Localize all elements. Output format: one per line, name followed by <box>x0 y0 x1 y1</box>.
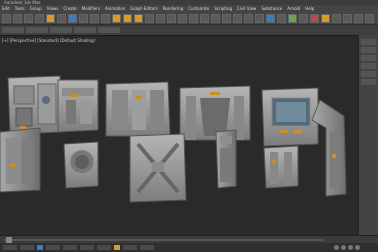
render-production-icon[interactable] <box>321 13 330 23</box>
workspace-icon[interactable] <box>365 13 374 23</box>
playback-controls[interactable] <box>140 245 154 250</box>
menu-item-create[interactable]: Create <box>63 5 76 12</box>
ribbon-tab-modeling[interactable] <box>2 27 24 33</box>
ribbon <box>0 25 378 35</box>
scale-icon[interactable] <box>134 13 143 23</box>
coord-z-field[interactable] <box>80 245 94 250</box>
select-object-icon[interactable] <box>68 13 77 23</box>
unlink-icon[interactable] <box>35 13 44 23</box>
maximize-viewport-icon[interactable] <box>355 245 360 250</box>
mirror-icon[interactable] <box>222 13 231 23</box>
select-by-name-icon[interactable] <box>79 13 88 23</box>
scifi-hatch-panel[interactable] <box>63 141 99 189</box>
percent-snap-icon[interactable] <box>189 13 198 23</box>
scifi-door-frame[interactable] <box>179 85 251 141</box>
a360-render-icon[interactable] <box>343 13 352 23</box>
status-bar <box>0 243 378 252</box>
layer-explorer-icon[interactable] <box>244 13 253 23</box>
open-gallery-icon[interactable] <box>354 13 363 23</box>
orbit-icon[interactable] <box>348 245 353 250</box>
spinner-snap-icon[interactable] <box>200 13 209 23</box>
utilities-tab-icon[interactable] <box>361 79 376 85</box>
scifi-xbrace-panel[interactable] <box>129 133 187 203</box>
menu-item-modifiers[interactable]: Modifiers <box>82 5 100 12</box>
ribbon-tab-object-paint[interactable] <box>74 27 96 33</box>
maxscript-listener[interactable] <box>3 245 17 250</box>
render-setup-icon[interactable] <box>299 13 308 23</box>
menu-item-animation[interactable]: Animation <box>105 5 125 12</box>
selection-status <box>20 245 34 250</box>
auto-key-button[interactable] <box>114 245 120 250</box>
command-panel[interactable] <box>358 35 378 235</box>
scifi-pillar[interactable] <box>215 129 237 189</box>
scifi-locker-panel[interactable] <box>0 127 41 193</box>
scifi-panel-wide-left[interactable] <box>7 75 63 135</box>
link-icon[interactable] <box>24 13 33 23</box>
scene-models <box>0 75 358 233</box>
move-icon[interactable] <box>112 13 121 23</box>
menu-item-views[interactable]: Views <box>47 5 59 12</box>
material-editor-icon[interactable] <box>288 13 297 23</box>
main-toolbar <box>0 12 378 25</box>
curve-editor-icon[interactable] <box>266 13 275 23</box>
coord-x-field[interactable] <box>46 245 60 250</box>
render-frame-icon[interactable] <box>310 13 319 23</box>
scifi-corner-arch[interactable] <box>311 99 347 197</box>
create-tab-icon[interactable] <box>361 39 376 45</box>
bind-spacewarp-icon[interactable] <box>46 13 55 23</box>
menu-item-customize[interactable]: Customize <box>188 5 209 12</box>
modify-tab-icon[interactable] <box>361 47 376 53</box>
menu-item-scripting[interactable]: Scripting <box>214 5 232 12</box>
scifi-panel-wall-2[interactable] <box>57 79 99 133</box>
menu-item-edit[interactable]: Edit <box>2 5 10 12</box>
menu-bar: Edit Tools Group Views Create Modifiers Animat… <box>0 5 378 12</box>
selection-filter-icon[interactable] <box>57 13 66 23</box>
scifi-door-jamb[interactable] <box>263 145 299 189</box>
time-slider-track[interactable] <box>4 239 324 241</box>
snaps-toggle-icon[interactable] <box>167 13 176 23</box>
align-icon[interactable] <box>233 13 242 23</box>
redo-icon[interactable] <box>13 13 22 23</box>
ribbon-tab-populate[interactable] <box>98 27 120 33</box>
menu-item-help[interactable]: Help <box>305 5 314 12</box>
reference-coords-icon[interactable] <box>145 13 154 23</box>
menu-item-substance[interactable]: Substance <box>261 5 282 12</box>
coord-y-field[interactable] <box>63 245 77 250</box>
grid-status <box>97 245 111 250</box>
perspective-viewport[interactable]: [+] [Perspective] [Standard] [Default Sh… <box>0 35 358 235</box>
motion-tab-icon[interactable] <box>361 63 376 69</box>
named-selection-icon[interactable] <box>211 13 220 23</box>
viewport-navigation <box>334 243 360 252</box>
hierarchy-tab-icon[interactable] <box>361 55 376 61</box>
set-key-button[interactable] <box>123 245 137 250</box>
render-iterative-icon[interactable] <box>332 13 341 23</box>
pivot-center-icon[interactable] <box>156 13 165 23</box>
pan-icon[interactable] <box>341 245 346 250</box>
angle-snap-icon[interactable] <box>178 13 187 23</box>
ribbon-tab-freeform[interactable] <box>26 27 48 33</box>
zoom-icon[interactable] <box>334 245 339 250</box>
window-crossing-icon[interactable] <box>101 13 110 23</box>
rotate-icon[interactable] <box>123 13 132 23</box>
menu-item-arnold[interactable]: Arnold <box>287 5 300 12</box>
menu-item-graph-editors[interactable]: Graph Editors <box>130 5 157 12</box>
menu-item-group[interactable]: Group <box>30 5 42 12</box>
scene-explorer-icon[interactable] <box>255 13 264 23</box>
display-tab-icon[interactable] <box>361 71 376 77</box>
lock-selection-icon[interactable] <box>37 245 43 250</box>
time-slider[interactable] <box>0 235 378 243</box>
menu-item-tools[interactable]: Tools <box>15 5 25 12</box>
schematic-view-icon[interactable] <box>277 13 286 23</box>
max-application: Autodesk 3ds Max Edit Tools Group Views Crea… <box>0 0 378 252</box>
scifi-window-panel[interactable] <box>261 87 319 147</box>
scifi-panel-wall-3[interactable] <box>105 81 171 137</box>
rect-selection-icon[interactable] <box>90 13 99 23</box>
undo-icon[interactable] <box>2 13 11 23</box>
menu-item-rendering[interactable]: Rendering <box>163 5 183 12</box>
ribbon-tab-selection[interactable] <box>50 27 72 33</box>
menu-item-civil-view[interactable]: Civil View <box>237 5 256 12</box>
